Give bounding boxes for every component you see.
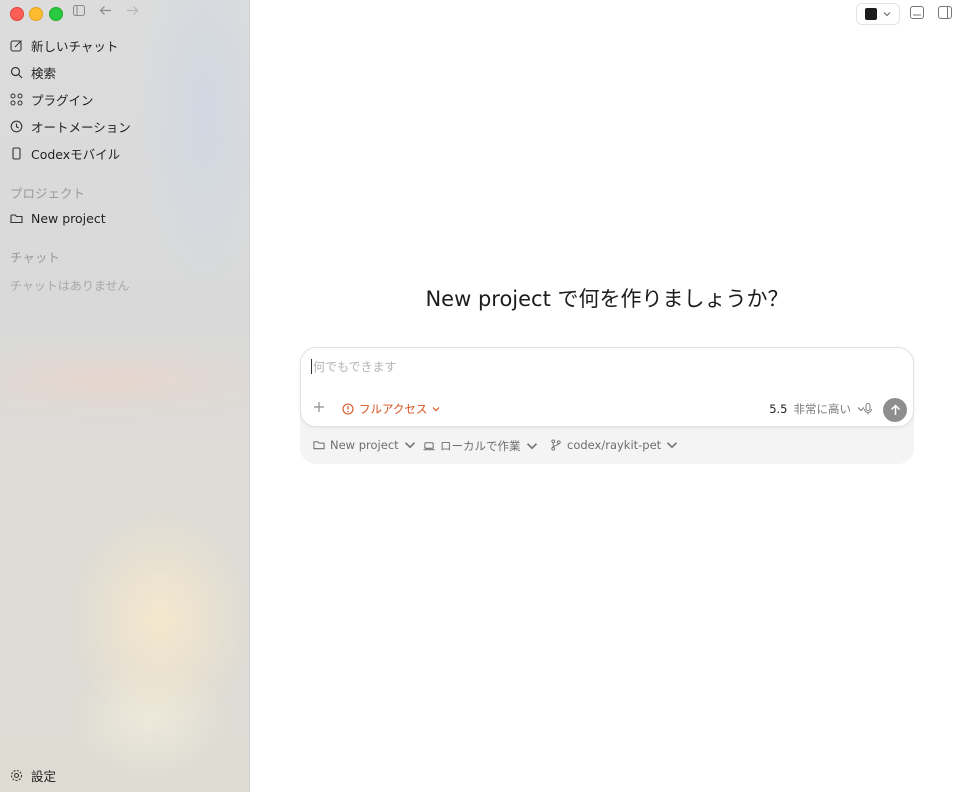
sidebar-item-settings[interactable]: 設定 [10, 765, 56, 785]
sidebar-item-label: 検索 [31, 65, 57, 81]
text-caret [311, 359, 312, 374]
sidebar-item-label: プラグイン [31, 92, 94, 108]
microphone-icon[interactable] [861, 402, 875, 416]
model-version: 5.5 [769, 402, 788, 416]
model-level: 非常に高い [793, 402, 852, 416]
sidebar-item-label: 設定 [31, 768, 57, 784]
back-arrow-icon[interactable] [99, 5, 112, 21]
sidebar-item-search[interactable]: 検索 [10, 62, 56, 82]
location-dropdown[interactable]: ローカルで作業 [423, 438, 538, 454]
sidebar-toggle-icon[interactable] [73, 5, 85, 21]
gear-icon [10, 769, 23, 781]
chats-section-header: チャット [10, 250, 60, 265]
branch-label: codex/raykit-pet [567, 438, 662, 452]
projects-section-header: プロジェクト [10, 186, 86, 201]
clock-icon [10, 120, 23, 132]
branch-dropdown[interactable]: codex/raykit-pet [550, 438, 678, 452]
model-selector[interactable]: 5.5 非常に高い [769, 401, 865, 417]
color-picker-button[interactable] [856, 3, 900, 25]
sidebar-item-codex-mobile[interactable]: Codexモバイル [10, 143, 120, 163]
sidebar: 新しいチャット 検索 プラグイン オートメーション Codexモバイル プロジェ… [0, 0, 250, 792]
chats-empty-text: チャットはありません [10, 279, 130, 293]
sidebar-item-label: オートメーション [31, 119, 131, 135]
minimize-window-button[interactable] [29, 7, 43, 21]
sidebar-item-label: Codexモバイル [31, 146, 121, 162]
chevron-down-icon [526, 443, 537, 450]
forward-arrow-icon[interactable] [126, 5, 139, 21]
location-label: ローカルで作業 [440, 439, 521, 453]
composer[interactable]: 何でもできます フルアクセス 5.5 非常に高い [300, 347, 914, 427]
folder-icon [10, 213, 23, 223]
chevron-down-icon [404, 442, 415, 449]
sidebar-item-new-chat[interactable]: 新しいチャット [10, 35, 118, 55]
branch-icon [551, 439, 561, 451]
sidebar-item-label: New project [31, 210, 106, 226]
access-mode-label: フルアクセス [359, 402, 428, 416]
zoom-window-button[interactable] [49, 7, 63, 21]
search-icon [10, 66, 23, 78]
sidebar-item-plugins[interactable]: プラグイン [10, 89, 94, 109]
add-attachment-button[interactable] [313, 400, 325, 416]
plus-icon [314, 402, 324, 412]
sidebar-item-label: 新しいチャット [31, 38, 119, 54]
sidebar-item-automation[interactable]: オートメーション [10, 116, 131, 136]
close-window-button[interactable] [10, 7, 24, 21]
arrow-up-icon [890, 404, 900, 415]
chevron-down-icon [667, 442, 678, 449]
send-button[interactable] [883, 398, 907, 422]
bottom-panel-icon[interactable] [910, 6, 924, 19]
color-swatch [865, 8, 877, 20]
grid-icon [10, 93, 23, 105]
chevron-down-icon [883, 12, 891, 17]
project-label: New project [330, 438, 399, 452]
project-dropdown[interactable]: New project [313, 438, 416, 452]
page-title: New project で何を作りましょうか？ [425, 287, 789, 311]
right-panel-icon[interactable] [938, 6, 952, 19]
edit-icon [10, 39, 22, 52]
sidebar-item-project[interactable]: New project [10, 208, 106, 228]
access-mode-dropdown[interactable]: フルアクセス [342, 401, 440, 417]
alert-icon [342, 403, 354, 415]
folder-icon [313, 441, 325, 450]
phone-icon [12, 146, 21, 160]
prompt-input[interactable]: 何でもできます [313, 358, 397, 375]
chevron-down-icon [433, 407, 440, 412]
laptop-icon [423, 442, 435, 451]
